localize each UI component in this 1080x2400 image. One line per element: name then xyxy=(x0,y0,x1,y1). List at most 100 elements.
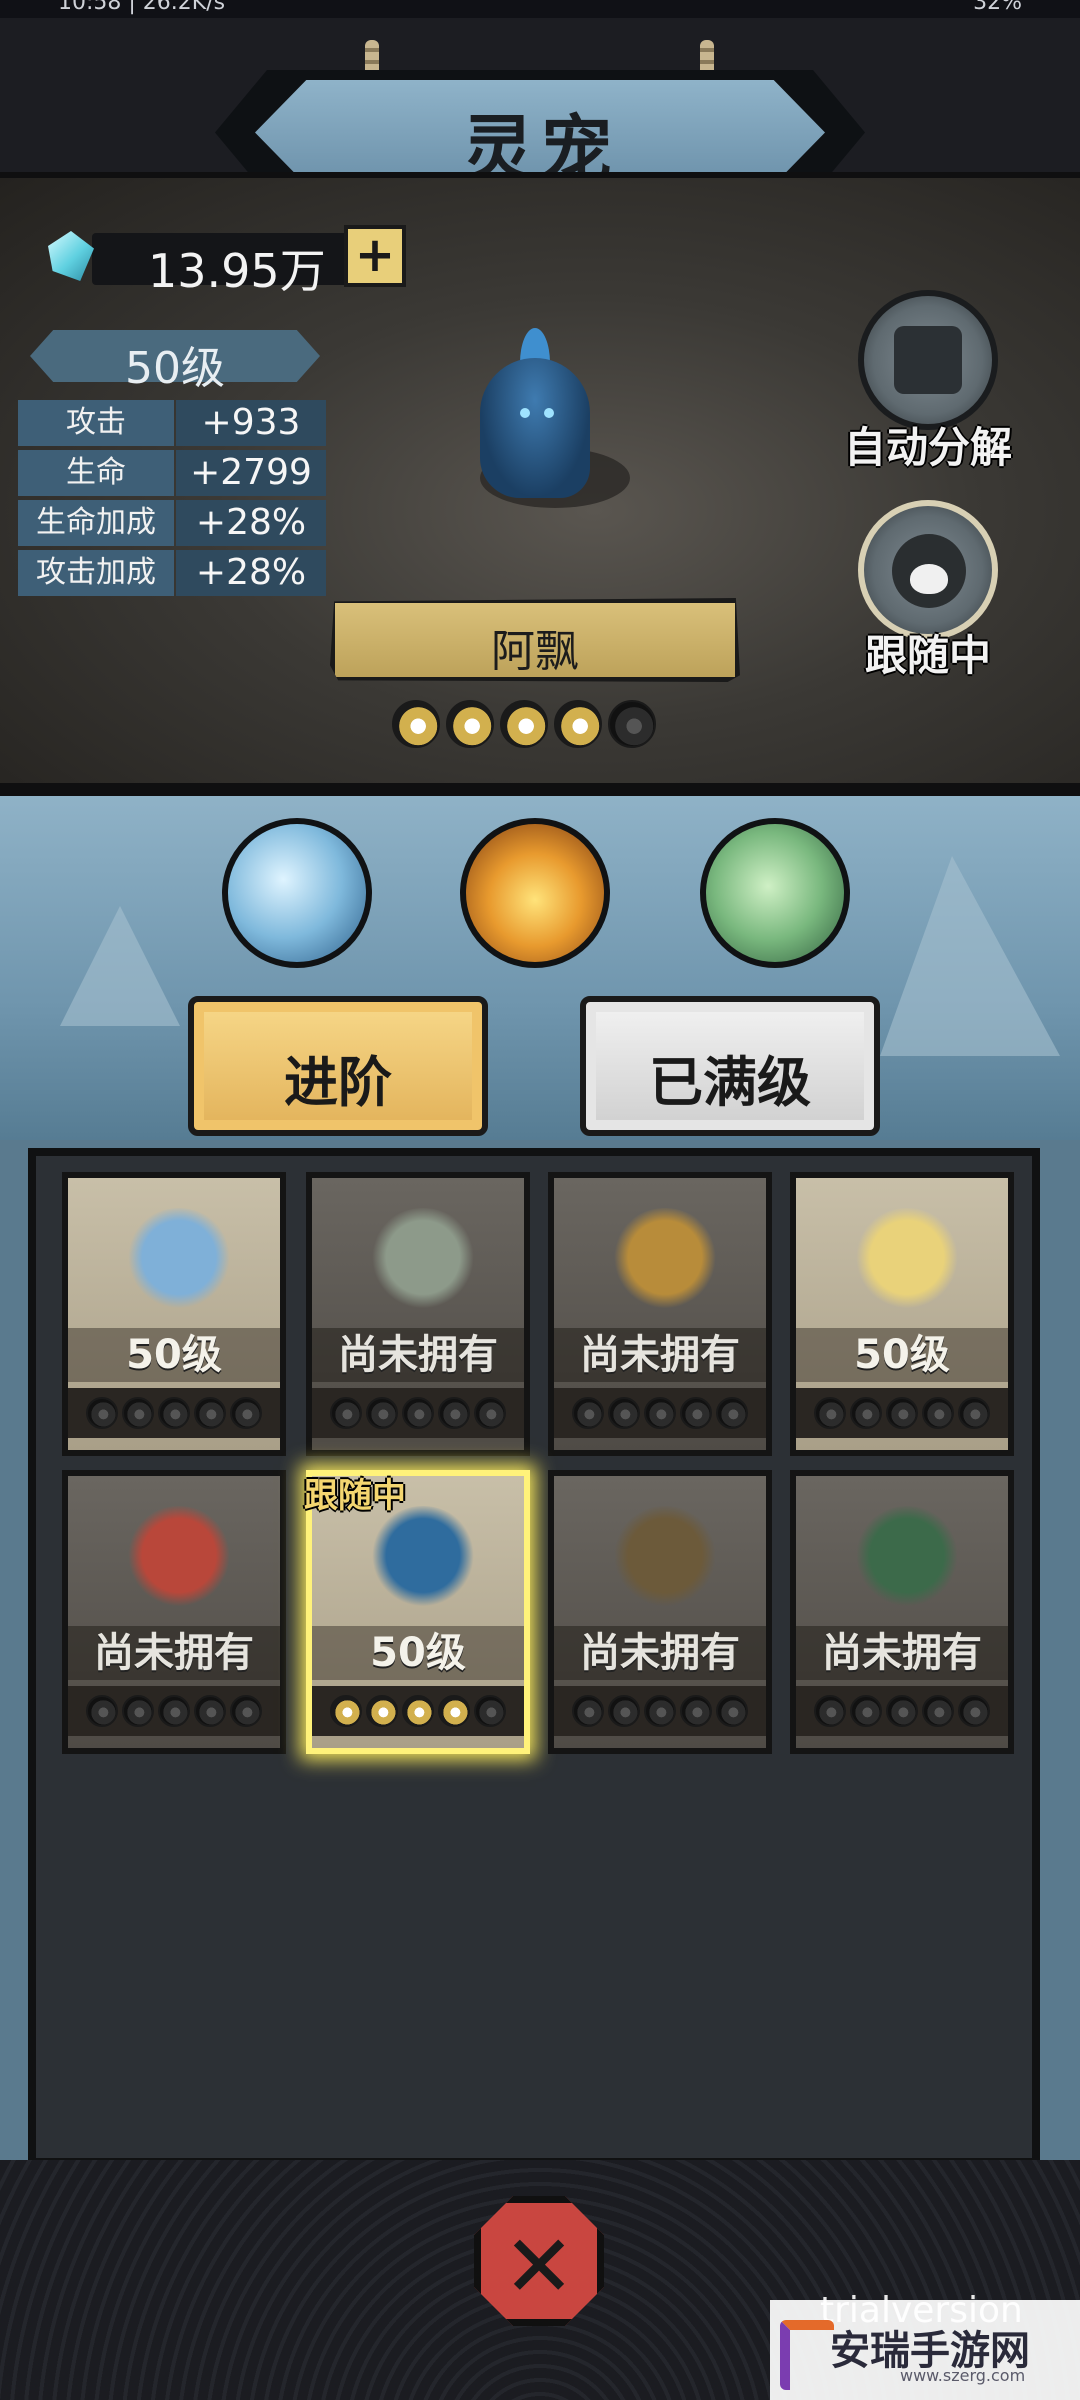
pet-card[interactable]: 尚未拥有 xyxy=(548,1172,772,1456)
star-icon xyxy=(438,1397,470,1429)
fire-element-orb[interactable] xyxy=(460,818,610,968)
ghost-pet-icon xyxy=(368,1506,478,1616)
paw-icon xyxy=(892,534,966,608)
star-icon xyxy=(680,1397,712,1429)
pet-card-stars xyxy=(796,1686,1008,1736)
max-level-label: 已满级 xyxy=(649,1051,811,1114)
close-button[interactable]: ✕ xyxy=(474,2196,604,2326)
max-level-button[interactable]: 已满级 xyxy=(580,996,880,1136)
antlers-pet-icon xyxy=(610,1506,720,1616)
mountain-decor xyxy=(60,906,180,1026)
star-icon xyxy=(122,1695,154,1727)
sprout-chick-pet-icon xyxy=(852,1208,962,1318)
stat-row: 攻击 +933 xyxy=(18,400,326,448)
auto-decompose-button[interactable] xyxy=(858,290,998,430)
star-icon xyxy=(438,1695,470,1727)
auto-decompose-label: 自动分解 xyxy=(843,423,1012,472)
star-icon xyxy=(644,1695,676,1727)
star-icon xyxy=(922,1397,954,1429)
pet-card[interactable]: 尚未拥有 xyxy=(62,1470,286,1754)
stat-key: 生命 xyxy=(18,450,174,496)
pet-level-plate: 50级 xyxy=(10,326,340,394)
ghost-pet-icon xyxy=(480,328,600,498)
pet-name: 阿飘 xyxy=(491,626,579,677)
brand-url: www.szerg.com xyxy=(900,2366,1026,2385)
currency-value: 13.95万 xyxy=(148,244,326,298)
star-icon xyxy=(194,1695,226,1727)
star-icon xyxy=(814,1695,846,1727)
star-icon xyxy=(366,1695,398,1727)
pet-card-label: 尚未拥有 xyxy=(554,1626,766,1680)
star-icon xyxy=(474,1397,506,1429)
star-icon xyxy=(850,1397,882,1429)
star-icon xyxy=(644,1397,676,1429)
star-icon xyxy=(230,1397,262,1429)
mountain-decor xyxy=(880,856,1060,1056)
follow-button[interactable] xyxy=(858,500,998,640)
stat-value: +2799 xyxy=(176,450,326,496)
star-icon xyxy=(814,1397,846,1429)
star-icon xyxy=(230,1695,262,1727)
star-icon xyxy=(886,1695,918,1727)
star-icon xyxy=(392,700,440,748)
pet-card[interactable]: 尚未拥有 xyxy=(548,1470,772,1754)
pet-card-label: 尚未拥有 xyxy=(68,1626,280,1680)
pet-card-stars xyxy=(554,1388,766,1438)
ice-element-orb[interactable] xyxy=(222,818,372,968)
star-icon xyxy=(194,1397,226,1429)
add-currency-button[interactable]: + xyxy=(344,225,406,287)
pet-card-label: 50级 xyxy=(312,1626,524,1680)
pet-card-stars xyxy=(68,1686,280,1736)
title-banner: 灵宠 xyxy=(0,40,1080,195)
star-icon xyxy=(86,1695,118,1727)
star-icon xyxy=(122,1397,154,1429)
close-icon: ✕ xyxy=(502,2217,576,2317)
fish-pet-icon xyxy=(124,1208,234,1318)
star-icon xyxy=(608,1397,640,1429)
stat-row: 攻击加成 +28% xyxy=(18,550,326,598)
star-icon xyxy=(86,1397,118,1429)
pet-card[interactable]: 50级 xyxy=(62,1172,286,1456)
pet-card-stars xyxy=(796,1388,1008,1438)
pet-stats-table: 攻击 +933 生命 +2799 生命加成 +28% 攻击加成 +28% xyxy=(18,400,326,600)
advance-button[interactable]: 进阶 xyxy=(188,996,488,1136)
stat-key: 攻击加成 xyxy=(18,550,174,596)
pet-card-label: 50级 xyxy=(68,1328,280,1382)
star-icon xyxy=(886,1397,918,1429)
status-time: 10:58 | 26.2K/s xyxy=(58,0,226,15)
star-icon xyxy=(158,1695,190,1727)
star-icon xyxy=(572,1695,604,1727)
crystal-icon xyxy=(48,231,94,281)
star-icon xyxy=(958,1695,990,1727)
stat-row: 生命 +2799 xyxy=(18,450,326,498)
pet-card-stars xyxy=(554,1686,766,1736)
pet-card-label: 50级 xyxy=(796,1328,1008,1382)
star-icon xyxy=(680,1695,712,1727)
dragon-pet-icon xyxy=(124,1506,234,1616)
bag-icon xyxy=(894,326,962,394)
pet-card[interactable]: 尚未拥有 xyxy=(306,1172,530,1456)
star-icon xyxy=(958,1397,990,1429)
onion-pet-icon xyxy=(368,1208,478,1318)
pet-card[interactable]: 50级 xyxy=(790,1172,1014,1456)
element-tab-section: 进阶 已满级 xyxy=(0,790,1080,1146)
following-tag: 跟随中 xyxy=(304,1476,406,1516)
pet-card[interactable]: 50级 跟随中 xyxy=(304,1470,530,1754)
star-icon xyxy=(716,1695,748,1727)
pet-card-label: 尚未拥有 xyxy=(554,1328,766,1382)
stat-value: +28% xyxy=(176,550,326,596)
star-icon xyxy=(402,1695,434,1727)
pet-card-stars xyxy=(312,1388,524,1438)
star-icon xyxy=(330,1695,362,1727)
turtle-pet-icon xyxy=(610,1208,720,1318)
pet-card-label: 尚未拥有 xyxy=(312,1328,524,1382)
pet-card[interactable]: 尚未拥有 xyxy=(790,1470,1014,1754)
star-icon xyxy=(330,1397,362,1429)
pet-card-stars xyxy=(312,1686,524,1736)
wood-element-orb[interactable] xyxy=(700,818,850,968)
star-icon xyxy=(158,1397,190,1429)
star-icon xyxy=(554,700,602,748)
pet-card-label: 尚未拥有 xyxy=(796,1626,1008,1680)
site-watermark: 安瑞手游网 www.szerg.com xyxy=(770,2300,1080,2400)
stat-value: +933 xyxy=(176,400,326,446)
